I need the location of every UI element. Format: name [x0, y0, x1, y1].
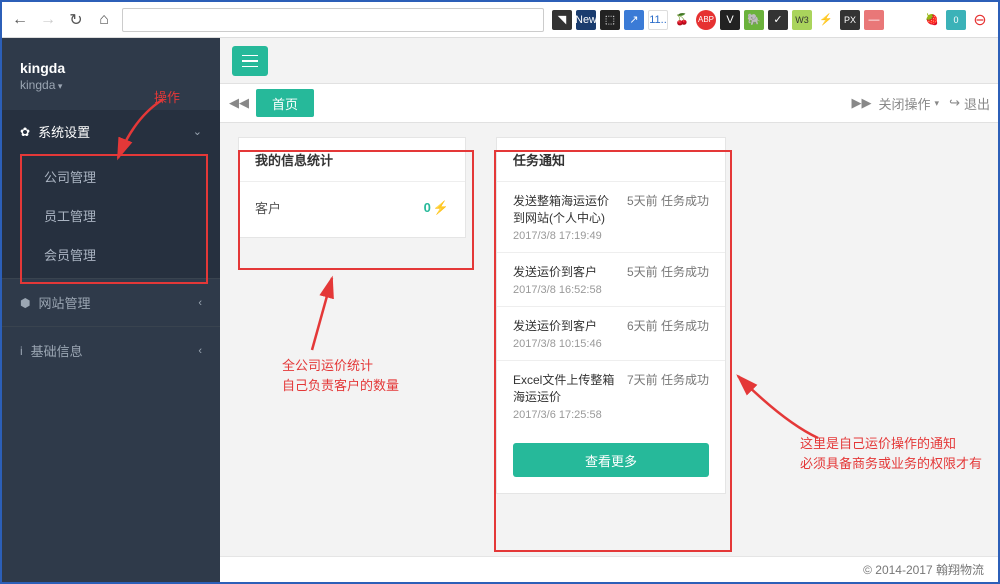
tab-bar: ◀◀ 首页 ▶▶ 关闭操作 ▾ ↪退出: [220, 83, 998, 123]
sidebar-item-staff-mgmt[interactable]: 员工管理: [2, 196, 220, 235]
task-meta: 6天前 任务成功: [627, 317, 709, 334]
user-name: kingda: [20, 60, 202, 76]
sidebar: kingda kingda ▾ ✿ 系统设置 ⌄ 公司管理 员工管理 会员管理 ⬢…: [2, 38, 220, 582]
ext-icon[interactable]: ↗: [624, 10, 644, 30]
ext-icon[interactable]: —: [864, 10, 884, 30]
task-time: 2017/3/6 17:25:58: [513, 409, 709, 421]
ext-icon[interactable]: PX: [840, 10, 860, 30]
tabs-prev-icon[interactable]: ◀◀: [228, 92, 250, 114]
menu-label: 系统设置: [38, 122, 90, 141]
close-operation-dropdown[interactable]: 关闭操作 ▾: [879, 94, 940, 113]
ext-icon[interactable]: ⚡: [816, 10, 836, 30]
browser-toolbar: ← → ↻ ⌂ ◥ New ⬚ ↗ 11.. 🍒 ABP V 🐘 ✓ W3 ⚡ …: [2, 2, 998, 38]
task-title: 发送运价到客户: [513, 263, 617, 280]
info-icon: i: [20, 344, 23, 358]
menu-toggle-button[interactable]: [232, 46, 268, 76]
sidebar-item-company-mgmt[interactable]: 公司管理: [2, 157, 220, 196]
chevron-left-icon: ‹: [198, 345, 202, 357]
ext-icon[interactable]: ✓: [768, 10, 788, 30]
menu-label: 基础信息: [31, 341, 83, 360]
stat-customer-value: 0⚡: [424, 200, 449, 216]
back-icon[interactable]: ←: [10, 10, 30, 30]
ext-icon[interactable]: 🍓: [922, 10, 942, 30]
ext-icon[interactable]: 11..: [648, 10, 668, 30]
stat-customer-label: 客户: [255, 198, 281, 217]
footer: © 2014-2017 翰翔物流: [220, 556, 998, 582]
tabs-next-icon[interactable]: ▶▶: [851, 92, 873, 114]
ext-close-icon[interactable]: ⊖: [970, 10, 990, 30]
sidebar-item-member-mgmt[interactable]: 会员管理: [2, 235, 220, 274]
sidebar-item-system-settings[interactable]: ✿ 系统设置 ⌄: [2, 110, 220, 153]
task-item[interactable]: Excel文件上传整箱海运运价 7天前 任务成功 2017/3/6 17:25:5…: [497, 361, 725, 431]
sidebar-item-basic-info[interactable]: i 基础信息 ‹: [2, 326, 220, 374]
task-title: 发送整箱海运运价到网站(个人中心): [513, 192, 617, 226]
task-time: 2017/3/8 16:52:58: [513, 284, 709, 296]
task-time: 2017/3/8 10:15:46: [513, 338, 709, 350]
tasks-card: 任务通知 发送整箱海运运价到网站(个人中心) 5天前 任务成功 2017/3/8 …: [496, 137, 726, 494]
ext-icon[interactable]: V: [720, 10, 740, 30]
ext-icon[interactable]: 0: [946, 10, 966, 30]
topbar-upper: [220, 38, 998, 83]
forward-icon[interactable]: →: [38, 10, 58, 30]
task-item[interactable]: 发送运价到客户 6天前 任务成功 2017/3/8 10:15:46: [497, 307, 725, 361]
chevron-down-icon: ⌄: [193, 125, 202, 138]
ext-icon[interactable]: 🍒: [672, 10, 692, 30]
cube-icon: ⬢: [20, 296, 30, 310]
task-item[interactable]: 发送整箱海运运价到网站(个人中心) 5天前 任务成功 2017/3/8 17:19…: [497, 182, 725, 253]
copyright: © 2014-2017 翰翔物流: [863, 561, 984, 578]
view-more-button[interactable]: 查看更多: [513, 443, 709, 477]
ext-abp-icon[interactable]: ABP: [696, 10, 716, 30]
task-meta: 7天前 任务成功: [627, 371, 709, 405]
content-area: ◀◀ 首页 ▶▶ 关闭操作 ▾ ↪退出 我的信息统计 客户 0⚡: [220, 38, 998, 582]
user-dropdown[interactable]: kingda ▾: [20, 78, 202, 92]
submenu: 公司管理 员工管理 会员管理: [2, 153, 220, 278]
task-time: 2017/3/8 17:19:49: [513, 230, 709, 242]
task-meta: 5天前 任务成功: [627, 263, 709, 280]
bolt-icon: ⚡: [433, 200, 449, 216]
gear-icon: ✿: [20, 125, 30, 139]
url-input[interactable]: [122, 8, 544, 32]
ext-new-icon[interactable]: New: [576, 10, 596, 30]
home-icon[interactable]: ⌂: [94, 10, 114, 30]
reload-icon[interactable]: ↻: [66, 10, 86, 30]
menu-label: 网站管理: [38, 293, 90, 312]
tab-home[interactable]: 首页: [256, 89, 314, 117]
task-meta: 5天前 任务成功: [627, 192, 709, 226]
logout-icon: ↪: [949, 95, 960, 111]
logout-button[interactable]: ↪退出: [949, 94, 990, 113]
task-item[interactable]: 发送运价到客户 5天前 任务成功 2017/3/8 16:52:58: [497, 253, 725, 307]
user-block: kingda kingda ▾: [2, 38, 220, 110]
extension-icons: ◥ New ⬚ ↗ 11.. 🍒 ABP V 🐘 ✓ W3 ⚡ PX — 🍓 0…: [552, 10, 990, 30]
tasks-card-title: 任务通知: [497, 138, 725, 182]
task-title: 发送运价到客户: [513, 317, 617, 334]
ext-icon[interactable]: ⬚: [600, 10, 620, 30]
ext-icon[interactable]: ◥: [552, 10, 572, 30]
chevron-left-icon: ‹: [198, 297, 202, 309]
task-title: Excel文件上传整箱海运运价: [513, 371, 617, 405]
stats-card: 我的信息统计 客户 0⚡: [238, 137, 466, 238]
sidebar-item-site-mgmt[interactable]: ⬢ 网站管理 ‹: [2, 278, 220, 326]
ext-evernote-icon[interactable]: 🐘: [744, 10, 764, 30]
stats-card-title: 我的信息统计: [239, 138, 465, 182]
ext-icon[interactable]: W3: [792, 10, 812, 30]
